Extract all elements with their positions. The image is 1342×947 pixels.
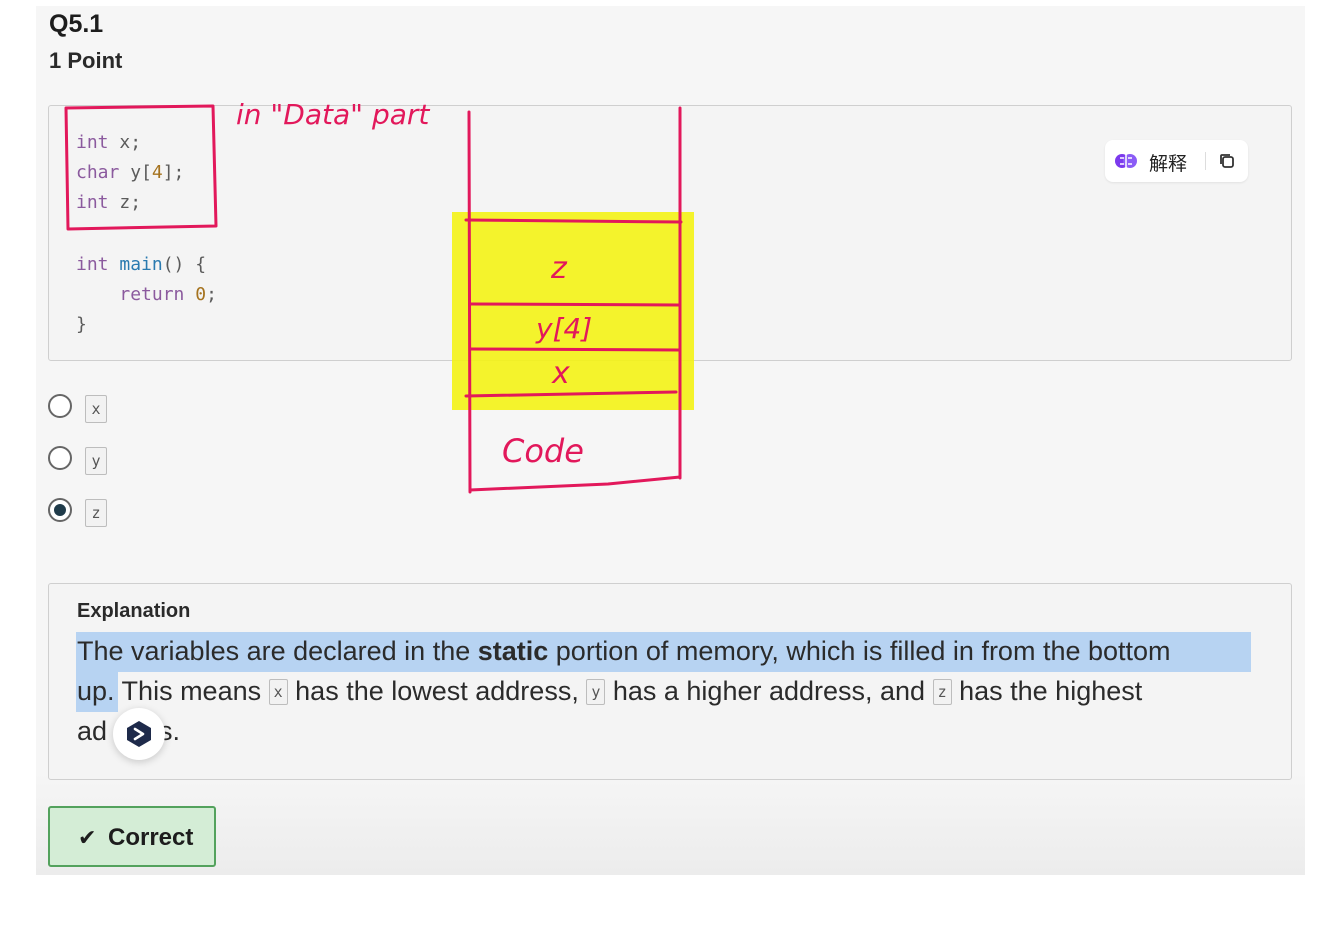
inline-code-z: z: [932, 679, 952, 705]
stack-top-line: [464, 218, 683, 224]
code-segment-label: Code: [502, 432, 584, 470]
correct-badge: ✔ Correct: [48, 806, 216, 867]
cell-divider-1: [468, 302, 681, 307]
explanation-heading: Explanation: [77, 600, 191, 622]
heading-annotation: in "Data" part: [236, 98, 430, 131]
explanation-line-2: up. This means x has the lowest address,…: [77, 676, 1143, 706]
explanation-line-1: The variables are declared in the static…: [77, 636, 1171, 666]
cell-divider-2: [468, 347, 681, 352]
highlight-area: [452, 212, 694, 410]
cell-z-label: z: [550, 251, 568, 286]
stack-bottom-line: [468, 475, 682, 492]
inline-code-y: y: [586, 679, 606, 705]
ink-annotation: in "Data" part z y[4] x Code: [64, 98, 694, 494]
correct-label: Correct: [108, 824, 194, 851]
assistant-logo-icon: [127, 721, 151, 747]
cell-y-label: y[4]: [535, 312, 592, 345]
boxed-globals: [64, 104, 218, 231]
floating-assistant-button[interactable]: [113, 708, 165, 760]
stack-left-edge: [467, 110, 472, 494]
inline-code-x: x: [268, 679, 288, 705]
cell-x-label: x: [551, 356, 570, 391]
checkmark-icon: ✔: [78, 825, 97, 850]
